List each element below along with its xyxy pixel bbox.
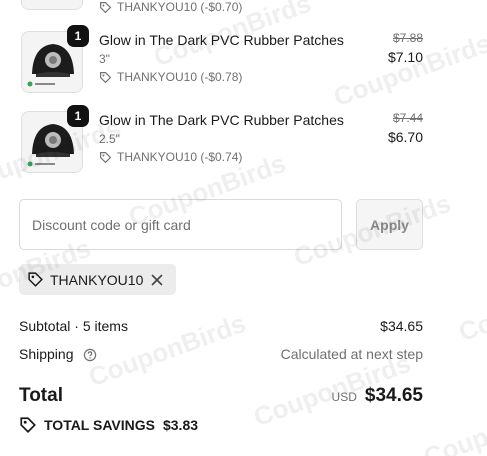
line-item-partial: THANKYOU10 (-$0.70) — [19, 0, 423, 14]
watermark: CouponBirds — [419, 387, 487, 456]
tag-icon — [100, 151, 112, 163]
total-amount-group: USD $34.65 — [332, 385, 423, 407]
product-thumbnail: 1 — [19, 105, 89, 175]
subtotal-value: $34.65 — [380, 318, 423, 334]
subtotal-row: Subtotal · 5 items $34.65 — [19, 317, 423, 335]
final-price: $7.10 — [387, 49, 423, 65]
original-price: $7.44 — [392, 111, 423, 125]
original-price: $7.88 — [392, 31, 423, 45]
remove-discount-button[interactable] — [151, 274, 163, 286]
item-discount: THANKYOU10 (-$0.70) — [99, 0, 369, 14]
total-amount: $34.65 — [364, 385, 423, 406]
line-item: 1 Glow in The Dark PVC Rubber Patches 3"… — [19, 25, 423, 95]
item-discount: THANKYOU10 (-$0.78) — [99, 70, 369, 84]
item-prices: $7.44 $6.70 — [388, 111, 423, 146]
close-icon — [152, 274, 163, 285]
applied-discount-chip: THANKYOU10 — [19, 264, 176, 295]
tag-icon — [28, 272, 43, 287]
order-summary: THANKYOU10 (-$0.70) 1 Glow in The Dark P… — [0, 0, 487, 456]
discount-code-input[interactable] — [19, 199, 342, 250]
shipping-label: Shipping — [19, 345, 74, 362]
item-title: Glow in The Dark PVC Rubber Patches — [99, 32, 344, 48]
savings-tag-icon — [20, 417, 36, 433]
line-item: 1 Glow in The Dark PVC Rubber Patches 2.… — [19, 105, 423, 175]
shipping-help-button[interactable] — [83, 348, 97, 362]
help-circle-icon — [84, 348, 97, 362]
item-discount: THANKYOU10 (-$0.74) — [99, 150, 369, 164]
total-savings: TOTAL SAVINGS $3.83 — [19, 416, 198, 434]
item-discount-text: THANKYOU10 (-$0.74) — [117, 150, 243, 164]
subtotal-label: Subtotal · 5 items — [19, 318, 128, 334]
applied-code-label: THANKYOU10 — [50, 271, 144, 288]
tag-icon — [100, 71, 112, 83]
item-title: Glow in The Dark PVC Rubber Patches — [99, 112, 344, 128]
item-discount-text: THANKYOU10 (-$0.78) — [117, 70, 243, 84]
item-variant: 3" — [99, 52, 110, 66]
shipping-label-group: Shipping — [19, 346, 97, 362]
product-thumbnail: 1 — [19, 25, 89, 95]
item-prices: $7.88 $7.10 — [388, 31, 423, 66]
watermark: CouponBirds — [454, 262, 487, 348]
quantity-badge: 1 — [67, 105, 89, 127]
tag-icon — [100, 1, 112, 13]
quantity-badge: 1 — [67, 25, 89, 47]
product-thumbnail — [19, 0, 83, 12]
total-label: Total — [19, 385, 63, 406]
currency-code: USD — [331, 390, 357, 404]
shipping-row: Shipping Calculated at next step — [19, 345, 423, 363]
item-variant: 2.5" — [99, 132, 120, 146]
shipping-value: Calculated at next step — [280, 346, 423, 362]
item-discount-text: THANKYOU10 (-$0.70) — [117, 0, 243, 14]
cap-image-icon — [22, 0, 82, 9]
apply-button[interactable]: Apply — [356, 199, 423, 250]
savings-label: TOTAL SAVINGS — [44, 417, 155, 433]
final-price: $6.70 — [387, 129, 423, 145]
total-row: Total USD $34.65 — [19, 383, 423, 409]
savings-value: $3.83 — [162, 417, 199, 433]
